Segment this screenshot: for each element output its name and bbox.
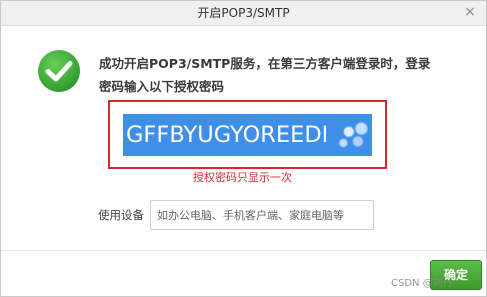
pop3-smtp-dialog: 开启POP3/SMTP × 成功开启POP3/SMTP服务，在第三方客户端登录时… [0,0,487,297]
checkmark-circle-icon [38,50,80,92]
footer-divider [1,250,486,251]
dialog-title: 开启POP3/SMTP [197,6,290,20]
success-message: 成功开启POP3/SMTP服务，在第三方客户端登录时，登录密码输入以下授权密码 [99,56,431,94]
device-input[interactable] [150,200,374,230]
close-icon[interactable]: × [462,4,478,20]
auth-code[interactable]: GFFBYUGYOREEDI [126,117,328,153]
device-label: 使用设备 [98,208,144,222]
auth-code-redaction [338,119,374,151]
dialog-titlebar: 开启POP3/SMTP × [1,1,486,26]
auth-code-warning: 授权密码只显示一次 [193,171,292,184]
csdn-watermark: CSDN @刘行 [391,278,453,289]
